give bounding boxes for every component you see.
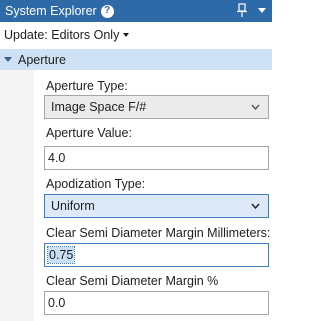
clear-semi-diameter-margin-pct-field[interactable]: 0.0 bbox=[44, 291, 269, 315]
aperture-value-text: 4.0 bbox=[48, 151, 66, 165]
chevron-down-icon bbox=[251, 203, 260, 209]
clear-semi-diameter-margin-mm-field[interactable]: 0.75 bbox=[44, 243, 269, 267]
dock-arrow-icon[interactable] bbox=[256, 3, 268, 18]
toolbar: Update: Editors Only bbox=[0, 22, 272, 48]
clear-semi-diameter-margin-pct-text: 0.0 bbox=[48, 296, 66, 310]
aperture-type-label: Aperture Type: bbox=[46, 79, 128, 93]
chevron-down-icon bbox=[251, 104, 260, 110]
clear-semi-diameter-margin-mm-label: Clear Semi Diameter Margin Millimeters: bbox=[46, 226, 271, 240]
update-mode-dropdown[interactable]: Update: Editors Only bbox=[4, 28, 119, 42]
chevron-down-icon[interactable] bbox=[123, 33, 130, 37]
question-circle-icon[interactable]: ? bbox=[100, 4, 114, 18]
apodization-type-label: Apodization Type: bbox=[46, 177, 146, 191]
clear-semi-diameter-margin-pct-label: Clear Semi Diameter Margin % bbox=[46, 274, 219, 288]
panel-title: System Explorer bbox=[5, 4, 97, 18]
aperture-value-label: Aperture Value: bbox=[46, 126, 132, 140]
apodization-type-dropdown[interactable]: Uniform bbox=[44, 194, 269, 218]
clear-semi-diameter-margin-mm-text: 0.75 bbox=[46, 246, 76, 264]
pin-icon[interactable] bbox=[236, 3, 248, 18]
collapse-arrow-icon[interactable] bbox=[4, 57, 12, 62]
panel-titlebar: System Explorer ? bbox=[0, 0, 272, 22]
aperture-section-header[interactable]: Aperture bbox=[0, 49, 272, 70]
section-indent-gutter bbox=[0, 70, 34, 321]
aperture-value-field[interactable]: 4.0 bbox=[44, 146, 269, 170]
aperture-type-value: Image Space F/# bbox=[51, 100, 147, 114]
section-title: Aperture bbox=[18, 52, 66, 67]
apodization-type-value: Uniform bbox=[51, 199, 95, 213]
aperture-type-dropdown[interactable]: Image Space F/# bbox=[44, 95, 269, 119]
